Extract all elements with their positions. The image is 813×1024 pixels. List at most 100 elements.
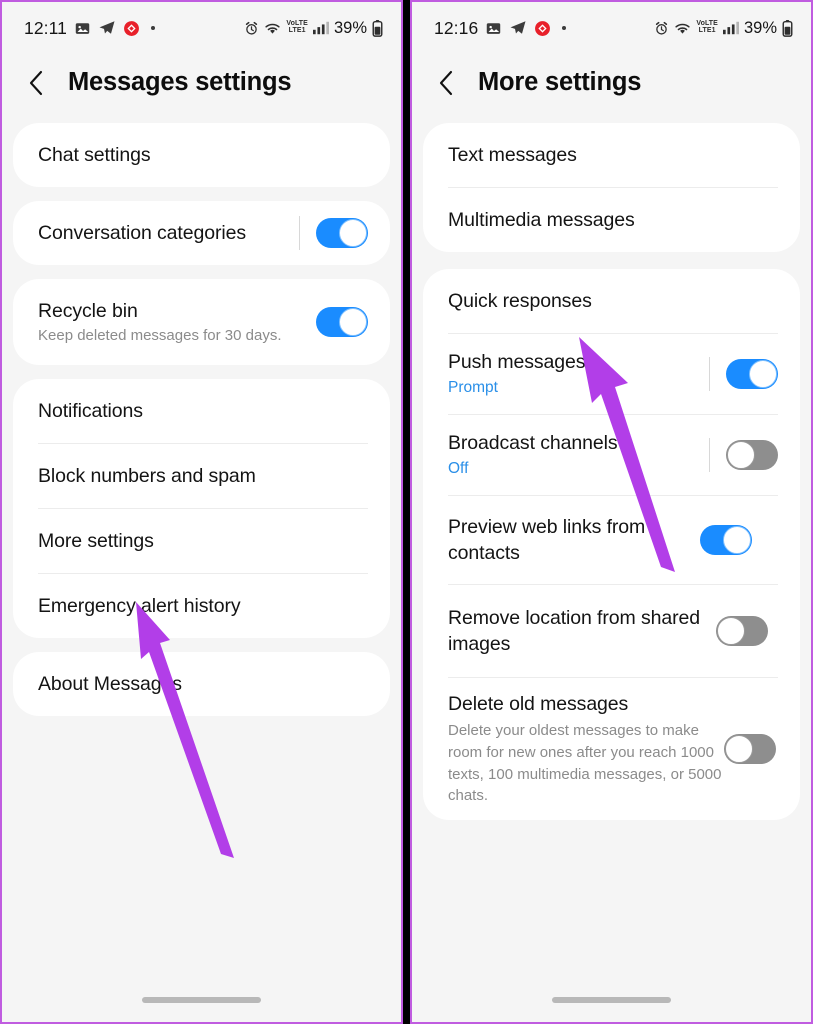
toggle-broadcast-channels[interactable] [726,440,778,470]
home-indicator-left[interactable] [2,997,401,1003]
status-bar-right-group: VoLTE LTE1 39% [654,19,793,38]
page-header-left: Messages settings [2,54,401,123]
toggle-divider [709,438,710,472]
list-item-label: Preview web links from contacts [448,515,646,564]
phone-screen-left: 12:11 VoLTE LTE1 39% Messages settings C… [0,0,403,1024]
list-item-conversation-categories[interactable]: Conversation categories [13,201,390,265]
list-item-label: Text messages [448,143,577,166]
row-texts: Push messages Prompt [448,336,709,412]
telegram-icon [509,19,527,37]
battery-icon [782,19,793,37]
back-chevron-icon[interactable] [28,70,50,96]
list-item-label: Broadcast channels [448,432,618,455]
phone-screen-right: 12:16 VoLTE LTE1 39% More settings Text … [410,0,813,1024]
toggle-wrap [709,438,778,472]
toggle-divider [709,357,710,391]
toggle-wrap [316,307,368,337]
status-time: 12:16 [434,17,479,38]
list-item-chat-settings[interactable]: Chat settings [13,123,390,187]
settings-card: Recycle bin Keep deleted messages for 30… [13,279,390,365]
page-title: More settings [478,68,642,96]
list-item-sublabel: Keep deleted messages for 30 days. [38,326,282,344]
row-texts: About Messages [38,658,368,710]
status-bar-right-group: VoLTE LTE1 39% [244,19,383,38]
toggle-knob [723,526,751,554]
list-item-label: Emergency alert history [38,594,241,617]
toggle-conversation-categories[interactable] [316,218,368,248]
list-item-notifications[interactable]: Notifications [13,379,390,443]
photo-icon [485,20,502,37]
list-item-label: Remove location from shared images [448,606,700,655]
settings-card: Text messages Multimedia messages [423,123,800,252]
settings-card: About Messages [13,652,390,716]
list-item-label: Notifications [38,399,143,422]
toggle-remove-location[interactable] [716,616,768,646]
dot-icon [151,26,155,30]
volte-icon: VoLTE LTE1 [696,21,718,34]
toggle-recycle-bin[interactable] [316,307,368,337]
row-texts: More settings [38,515,368,567]
dot-icon [562,26,567,30]
settings-card: Conversation categories [13,201,390,265]
red-badge-icon [123,20,140,37]
list-item-sublabel: Prompt [448,379,498,397]
list-item-quick-responses[interactable]: Quick responses [423,269,800,333]
red-badge-icon [534,20,551,37]
toggle-wrap [299,216,368,250]
toggle-knob [339,308,367,336]
list-item-emergency-alert-history[interactable]: Emergency alert history [13,574,390,638]
list-item-label: Push messages [448,351,586,374]
page-title: Messages settings [68,68,292,96]
settings-list-right: Text messages Multimedia messages Quick … [412,123,811,821]
page-header-right: More settings [412,54,811,123]
toggle-wrap [716,616,768,646]
list-item-label: Chat settings [38,143,151,166]
list-item-delete-old-messages[interactable]: Delete old messages Delete your oldest m… [423,678,800,820]
toggle-push-messages[interactable] [726,359,778,389]
list-item-label: Conversation categories [38,221,246,244]
list-item-about-messages[interactable]: About Messages [13,652,390,716]
telegram-icon [98,19,116,37]
status-bar-left-group: 12:11 [24,18,155,39]
wifi-icon [264,21,281,36]
network-label: LTE1 [698,27,716,34]
screenshot-stage: 12:11 VoLTE LTE1 39% Messages settings C… [0,0,813,1024]
network-label: LTE1 [288,27,306,34]
list-item-sublabel: Delete your oldest messages to make room… [448,722,722,805]
list-item-block-numbers-and-spam[interactable]: Block numbers and spam [13,444,390,508]
list-item-text-messages[interactable]: Text messages [423,123,800,187]
settings-list-left: Chat settings Conversation categories Re… [2,123,401,716]
settings-card: Quick responses Push messages Prompt Bro… [423,269,800,821]
battery-percent: 39% [333,18,367,37]
alarm-icon [654,21,669,36]
toggle-preview-web-links[interactable] [700,525,752,555]
toggle-delete-old-messages[interactable] [724,734,776,765]
toggle-knob [725,735,753,764]
signal-icon [722,21,739,35]
home-pill [552,997,671,1003]
list-item-more-settings[interactable]: More settings [13,509,390,573]
toggle-divider [299,216,300,250]
list-item-remove-location[interactable]: Remove location from shared images [423,585,800,677]
toggle-knob [339,219,367,247]
list-item-sublabel: Off [448,460,469,478]
list-item-recycle-bin[interactable]: Recycle bin Keep deleted messages for 30… [13,279,390,365]
back-chevron-icon[interactable] [438,70,460,96]
settings-card: Notifications Block numbers and spam Mor… [13,379,390,638]
signal-icon [312,21,329,35]
list-item-multimedia-messages[interactable]: Multimedia messages [423,188,800,252]
list-item-preview-web-links[interactable]: Preview web links from contacts [423,496,800,584]
battery-icon [372,19,383,37]
screen-gutter [403,0,410,1024]
list-item-push-messages[interactable]: Push messages Prompt [423,334,800,414]
list-item-label: Block numbers and spam [38,464,256,487]
status-bar-left: 12:11 VoLTE LTE1 39% [2,2,401,54]
list-item-label: Delete old messages [448,693,629,715]
row-texts: Recycle bin Keep deleted messages for 30… [38,285,316,360]
row-texts: Delete old messages Delete your oldest m… [448,678,724,820]
list-item-label: Quick responses [448,289,592,312]
home-indicator-right[interactable] [412,997,811,1003]
row-texts: Emergency alert history [38,580,368,632]
row-texts: Broadcast channels Off [448,417,709,493]
list-item-broadcast-channels[interactable]: Broadcast channels Off [423,415,800,495]
